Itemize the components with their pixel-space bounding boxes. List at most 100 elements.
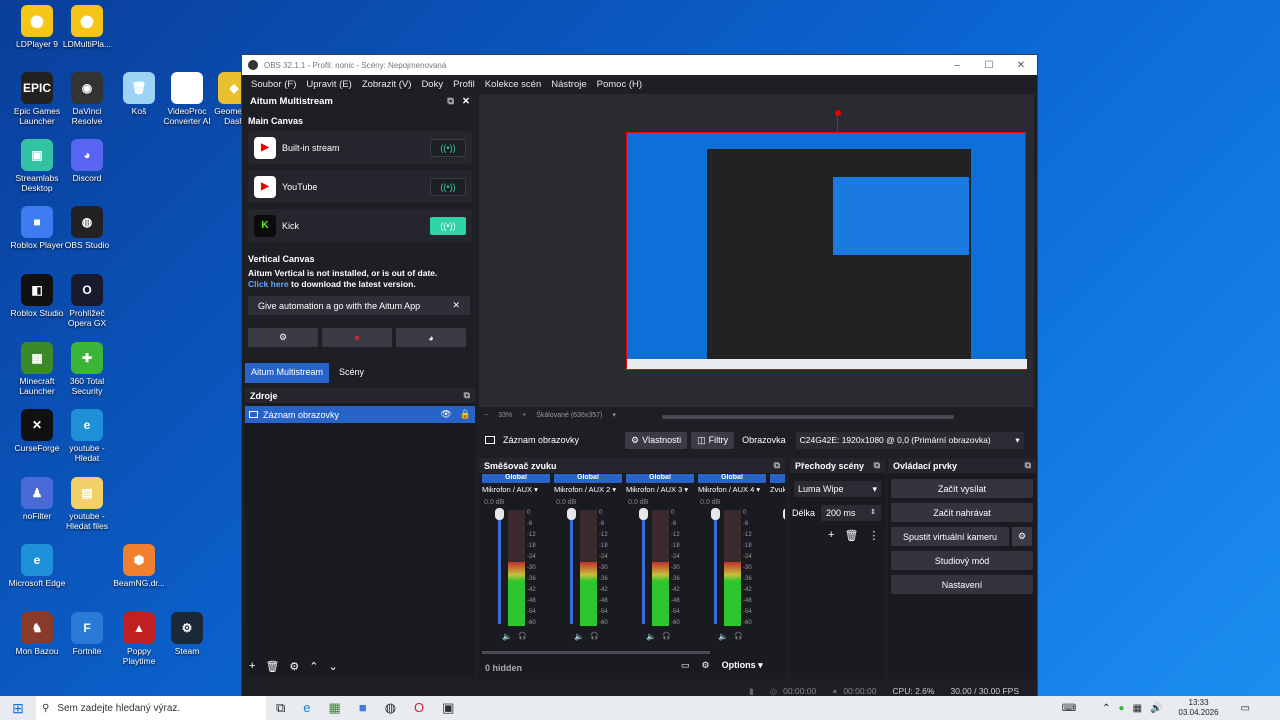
windows-start-icon[interactable]: ⊞ — [0, 700, 36, 717]
task-view-icon[interactable]: ⧉ — [276, 700, 285, 716]
stream-toggle-button[interactable]: ((•)) — [430, 216, 466, 235]
maximize-icon[interactable]: ☐ — [973, 60, 1005, 71]
more-icon[interactable]: ⋮ — [868, 529, 879, 542]
desktop-icon[interactable]: F Fortnite — [58, 612, 116, 656]
desktop-icon[interactable]: ◍ OBS Studio — [58, 206, 116, 250]
undock-icon[interactable]: ⧉ — [774, 460, 780, 471]
screen-select[interactable]: C24G42E: 1920x1080 @ 0,0 (Primární obraz… — [795, 431, 1024, 449]
obs-icon[interactable]: ◍ — [385, 700, 396, 716]
mute-icon[interactable]: 🔈 — [574, 632, 584, 641]
channel-name[interactable]: Mikrofon / AUX 4 ▾ — [698, 485, 768, 494]
app-icon[interactable]: ▣ — [442, 700, 454, 716]
undock-icon[interactable]: ⧉ — [464, 390, 470, 401]
preview-scrollbar[interactable] — [662, 415, 954, 419]
minimize-icon[interactable]: – — [941, 60, 973, 71]
tab-scenes[interactable]: Scény — [329, 363, 374, 383]
studio-mode-button[interactable]: Studiový mód — [891, 551, 1033, 570]
tray-icon[interactable]: ● — [1119, 703, 1125, 714]
desktop-icon[interactable]: ✚ 360 Total Security — [58, 342, 116, 396]
volume-slider[interactable] — [570, 512, 573, 624]
monitor-audio-icon[interactable]: 🎧 — [590, 632, 599, 640]
channel-name[interactable]: Mikrofon / AUX 2 ▾ — [554, 485, 624, 494]
chevron-down-icon[interactable]: ▾ — [612, 411, 616, 419]
slider-knob[interactable] — [783, 508, 785, 520]
chevron-up-icon[interactable]: ⌃ — [1102, 703, 1110, 714]
virtual-cam-button[interactable]: Spustit virtuální kameru — [891, 527, 1009, 546]
layout-icon[interactable]: ▭ — [681, 660, 690, 671]
undock-icon[interactable]: ⧉ — [1025, 460, 1031, 471]
close-dock-icon[interactable]: ✕ — [462, 96, 470, 107]
discord-button[interactable]: ◕ — [396, 328, 466, 347]
monitor-audio-icon[interactable]: 🎧 — [734, 632, 743, 640]
desktop-icon[interactable]: ⬢ BeamNG.dr... — [110, 544, 168, 588]
start-stream-button[interactable]: Začít vysílat — [891, 479, 1033, 498]
mute-icon[interactable]: 🔈 — [646, 632, 656, 641]
virtual-cam-settings-button[interactable]: ⚙ — [1012, 527, 1032, 546]
undock-icon[interactable]: ⧉ — [447, 96, 454, 107]
slider-knob[interactable] — [711, 508, 720, 520]
desktop-icon[interactable]: e youtube - Hledat — [58, 409, 116, 463]
donate-button[interactable]: ♥ — [322, 328, 392, 347]
desktop-icon[interactable]: e Microsoft Edge — [8, 544, 66, 588]
trash-icon[interactable]: 🗑 — [265, 660, 279, 673]
undock-icon[interactable]: ⧉ — [874, 460, 880, 471]
opera-icon[interactable]: O — [414, 700, 424, 716]
stream-toggle-button[interactable]: ((•)) — [430, 138, 466, 157]
channel-name[interactable]: Mikrofon / AUX ▾ — [482, 485, 552, 494]
scale-mode[interactable]: Škálované (636x357) — [536, 412, 602, 419]
promo-banner[interactable]: Give automation a go with the Aitum App … — [248, 296, 470, 315]
lock-icon[interactable]: 🔒 — [460, 409, 471, 420]
filters-button[interactable]: ◫ Filtry — [691, 431, 735, 449]
volume-slider[interactable] — [498, 512, 501, 624]
desktop-icon[interactable]: ◉ DaVinci Resolve — [58, 72, 116, 126]
clock-time[interactable]: 13:33 — [1179, 698, 1219, 708]
zoom-out-icon[interactable]: − — [484, 412, 488, 419]
desktop-icon[interactable]: ◕ Discord — [58, 139, 116, 183]
gear-icon[interactable]: ⚙ — [289, 660, 299, 673]
volume-icon[interactable]: 🔊 — [1150, 703, 1162, 714]
notifications-icon[interactable]: ▭ — [1241, 703, 1250, 714]
settings-button[interactable]: Nastavení — [891, 575, 1033, 594]
desktop-icon[interactable]: ▤ youtube - Hledat files — [58, 477, 116, 531]
mixer-scrollbar[interactable] — [482, 651, 710, 654]
start-record-button[interactable]: Začít nahrávat — [891, 503, 1033, 522]
eye-icon[interactable]: 👁 — [440, 409, 451, 420]
minecraft-icon[interactable]: ▦ — [329, 700, 341, 716]
menu-item[interactable]: Zobrazit (V) — [357, 79, 417, 90]
network-icon[interactable]: ▦ — [1133, 703, 1142, 714]
edge-icon[interactable]: e — [303, 700, 310, 716]
advanced-audio-icon[interactable]: ⚙ — [702, 660, 710, 671]
desktop-icon[interactable]: ⚙ Steam — [158, 612, 216, 656]
menu-item[interactable]: Nástroje — [546, 79, 591, 90]
roblox-icon[interactable]: ■ — [359, 700, 367, 716]
menu-item[interactable]: Soubor (F) — [246, 79, 301, 90]
menu-item[interactable]: Kolekce scén — [480, 79, 547, 90]
source-item[interactable]: Záznam obrazovky 👁 🔒 — [245, 406, 475, 423]
stepper-icon[interactable]: ⇕ — [870, 508, 876, 518]
menu-item[interactable]: Profil — [448, 79, 480, 90]
slider-knob[interactable] — [495, 508, 504, 520]
clock-date[interactable]: 03.04.2026 — [1179, 708, 1219, 718]
settings-button[interactable]: ⚙ — [248, 328, 318, 347]
transition-select[interactable]: Luma Wipe ▾ — [794, 481, 881, 497]
duration-input[interactable]: 200 ms ⇕ — [821, 505, 882, 521]
properties-button[interactable]: ⚙ Vlastnosti — [625, 431, 688, 449]
options-button[interactable]: Options ▾ — [722, 660, 763, 671]
tab-aitum-multistream[interactable]: Aitum Multistream — [245, 363, 330, 383]
chevron-down-icon[interactable]: ⌄ — [329, 660, 338, 673]
desktop-icon[interactable]: ⬤ LDMultiPla... — [58, 5, 116, 49]
keyboard-icon[interactable]: ⌨ — [1062, 703, 1076, 714]
chevron-up-icon[interactable]: ⌃ — [309, 660, 318, 673]
menu-item[interactable]: Upravit (E) — [301, 79, 356, 90]
title-bar[interactable]: OBS 32.1.1 - Profil: nonic - Scény: Nepo… — [242, 55, 1037, 75]
monitor-audio-icon[interactable]: 🎧 — [518, 632, 527, 640]
close-icon[interactable]: ✕ — [1005, 60, 1037, 71]
trash-icon[interactable]: 🗑 — [844, 529, 858, 542]
add-icon[interactable]: + — [828, 529, 834, 542]
download-link[interactable]: Click here — [248, 279, 289, 289]
volume-slider[interactable] — [714, 512, 717, 624]
stream-toggle-button[interactable]: ((•)) — [430, 177, 466, 196]
menu-item[interactable]: Pomoc (H) — [592, 79, 647, 90]
resize-handle[interactable] — [835, 110, 841, 116]
monitor-audio-icon[interactable]: 🎧 — [662, 632, 671, 640]
